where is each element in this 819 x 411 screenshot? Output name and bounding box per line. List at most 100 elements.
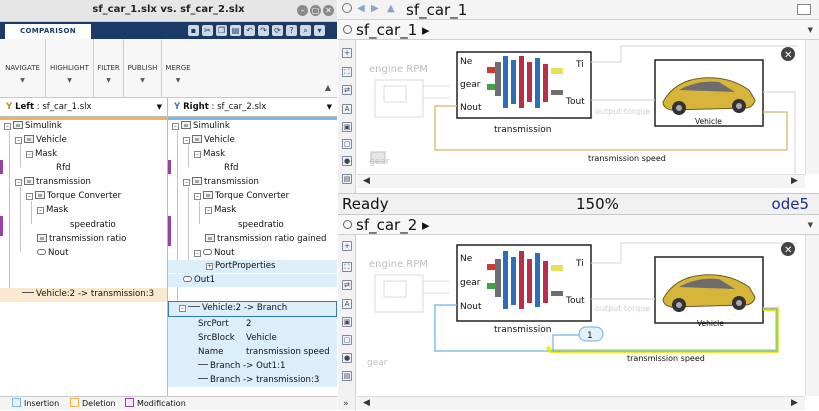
search-icon[interactable]: ⌕ <box>300 25 311 36</box>
hide-browser-icon[interactable] <box>343 25 352 34</box>
tree-node-label: Out1 <box>194 275 216 285</box>
film-icon[interactable]: ▤ <box>342 174 352 184</box>
hide-browser-icon[interactable] <box>343 220 352 229</box>
redo-icon[interactable]: ↷ <box>258 25 269 36</box>
filter-group[interactable]: FILTER ▼ <box>94 39 124 98</box>
scroll-right-icon[interactable]: ▶ <box>791 398 798 408</box>
maximize-icon[interactable]: ▢ <box>310 5 321 16</box>
image-icon[interactable]: ▣ <box>342 317 352 327</box>
explorer-toggle-icon[interactable] <box>797 4 811 15</box>
diagram-bottom: engine RPM gear Ne gear Nout Ti Tout tra… <box>357 235 805 396</box>
arrows-icon[interactable]: ⇄ <box>342 85 352 95</box>
close-window-icon[interactable]: ✕ <box>323 5 334 16</box>
back-arrow-icon[interactable]: ◀ <box>357 3 365 14</box>
tree-node[interactable]: – Mask <box>205 204 236 217</box>
annotation-icon[interactable]: A <box>342 104 352 114</box>
model-browser-icon[interactable] <box>342 3 352 13</box>
zoom-in-icon[interactable]: + <box>342 241 352 251</box>
undo-icon[interactable]: ↶ <box>244 25 255 36</box>
address-bar-bottom: sf_car_2 ▸ ▼ <box>338 215 819 235</box>
chevron-down-icon[interactable]: ▼ <box>808 26 813 34</box>
horizontal-scrollbar-bottom[interactable]: ◀ ▶ <box>357 396 805 410</box>
tree-node-inserted[interactable]: + PortProperties <box>168 260 337 273</box>
tree-node[interactable]: – Simulink <box>172 120 230 133</box>
chevron-down-icon[interactable]: ▾ <box>314 25 325 36</box>
left-file-header[interactable]: Y Left : sf_car_1.slx ▼ <box>0 98 168 117</box>
tree-node-label: Vehicle <box>36 135 67 145</box>
input-label: engine RPM <box>369 259 428 270</box>
tree-node[interactable]: – Simulink <box>4 120 62 133</box>
tree-node[interactable]: speedratio <box>238 219 284 232</box>
zoom-level[interactable]: 150% <box>576 194 619 215</box>
tree-node-label: Mask <box>35 149 58 159</box>
more-icon[interactable]: » <box>343 399 349 409</box>
help-icon[interactable]: ? <box>286 25 297 36</box>
collapse-toolstrip-icon[interactable]: ▲ <box>325 83 331 92</box>
tree-node[interactable]: – transmission <box>183 176 259 189</box>
area-icon[interactable]: ▢ <box>342 335 352 345</box>
minimize-icon[interactable]: – <box>297 5 308 16</box>
horizontal-scrollbar-top[interactable]: ◀ ▶ <box>357 174 805 188</box>
tab-strip: COMPARISON ▪ ✂ ❐ ▤ ↶ ↷ ⟳ ? ⌕ ▾ <box>0 22 337 39</box>
fit-view-icon[interactable]: ⛶ <box>342 262 352 272</box>
merge-group[interactable]: MERGE ▼ <box>162 39 194 98</box>
area-icon[interactable]: ▢ <box>342 139 352 149</box>
diagram-canvas-bottom[interactable]: engine RPM gear Ne gear Nout Ti Tout tra… <box>357 235 805 396</box>
diagram-canvas-top[interactable]: engine RPM gear Ne gear Nout Ti Tout tra… <box>357 40 805 174</box>
arrows-icon[interactable]: ⇄ <box>342 280 352 290</box>
tree-node[interactable]: Branch -> transmission:3 <box>198 374 319 387</box>
vertical-scrollbar-bottom[interactable] <box>805 235 819 396</box>
refresh-icon[interactable]: ⟳ <box>272 25 283 36</box>
highlight-group[interactable]: HIGHLIGHT ▼ <box>46 39 94 98</box>
tree-node[interactable]: – Nout <box>194 247 235 260</box>
tree-node[interactable]: – Torque Converter <box>194 190 289 203</box>
prop-key: Name <box>198 347 224 357</box>
tree-node[interactable]: transmission ratio <box>37 233 126 246</box>
tree-node[interactable]: – Mask <box>37 204 68 217</box>
up-arrow-icon[interactable]: ▲ <box>387 3 395 14</box>
vertical-scrollbar-top[interactable] <box>805 40 819 174</box>
tree-node-inserted[interactable]: Out1 <box>168 274 337 287</box>
tree-node[interactable]: – transmission <box>15 176 91 189</box>
record-icon[interactable]: ● <box>342 156 352 166</box>
tree-node[interactable]: – Torque Converter <box>26 190 121 203</box>
save-icon[interactable]: ▪ <box>188 25 199 36</box>
forward-arrow-icon[interactable]: ▶ <box>371 3 379 14</box>
right-file-header[interactable]: Y Right : sf_car_2.slx ▼ <box>168 98 337 117</box>
tree-node[interactable]: – Vehicle <box>15 134 67 147</box>
tab-comparison[interactable]: COMPARISON <box>5 24 91 39</box>
image-icon[interactable]: ▣ <box>342 122 352 132</box>
chevron-down-icon[interactable]: ▼ <box>157 98 162 117</box>
scroll-left-icon[interactable]: ◀ <box>363 398 370 408</box>
annotation-icon[interactable]: A <box>342 299 352 309</box>
copy-icon[interactable]: ❐ <box>216 25 227 36</box>
breadcrumb-top[interactable]: sf_car_1 ▸ <box>356 21 430 39</box>
solver-name[interactable]: ode5 <box>772 194 809 215</box>
scroll-left-icon[interactable]: ◀ <box>363 176 370 186</box>
film-icon[interactable]: ▤ <box>342 371 352 381</box>
tree-node[interactable]: Rfd <box>56 162 70 175</box>
tree-node[interactable]: speedratio <box>70 219 116 232</box>
publish-group[interactable]: PUBLISH ▼ <box>124 39 162 98</box>
scroll-right-icon[interactable]: ▶ <box>791 176 798 186</box>
cut-icon[interactable]: ✂ <box>202 25 213 36</box>
chevron-down-icon[interactable]: ▼ <box>327 98 332 117</box>
tree-node[interactable]: – Mask <box>26 148 57 161</box>
tree-node[interactable]: – Vehicle <box>183 134 235 147</box>
navigate-group[interactable]: NAVIGATE ▼ <box>0 39 46 98</box>
tree-node-selected[interactable]: – Vehicle:2 -> Branch <box>168 301 337 317</box>
tree-node-label: speedratio <box>70 220 116 230</box>
tree-node[interactable]: Rfd <box>224 162 238 175</box>
tree-node[interactable]: – Mask <box>194 148 225 161</box>
tree-node[interactable]: Branch -> Out1:1 <box>198 360 286 373</box>
chevron-down-icon[interactable]: ▼ <box>808 221 813 229</box>
tree-node-deleted-line[interactable]: Vehicle:2 -> transmission:3 <box>0 288 167 302</box>
tree-node[interactable]: transmission ratio gained <box>205 233 326 246</box>
tree-node-label: Mask <box>203 149 226 159</box>
breadcrumb-bottom[interactable]: sf_car_2 ▸ <box>356 216 430 234</box>
record-icon[interactable]: ● <box>342 353 352 363</box>
tree-node[interactable]: Nout <box>37 247 69 260</box>
zoom-in-icon[interactable]: + <box>342 48 352 58</box>
paste-icon[interactable]: ▤ <box>230 25 241 36</box>
fit-view-icon[interactable]: ⛶ <box>342 67 352 77</box>
